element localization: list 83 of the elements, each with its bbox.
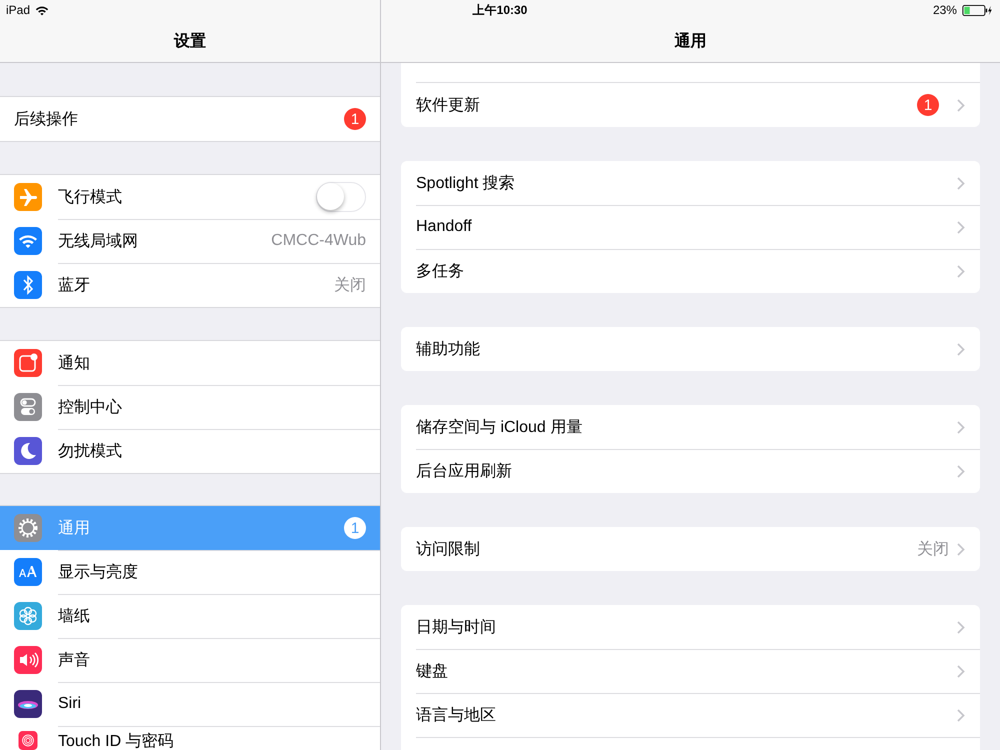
settings-item[interactable]: Siri — [0, 682, 380, 726]
chevron-icon — [957, 708, 965, 722]
settings-item[interactable]: Touch ID 与密码 — [0, 726, 380, 750]
chevron-icon — [957, 176, 965, 190]
battery-percent: 23% — [932, 3, 957, 17]
notifications-icon — [14, 349, 42, 377]
bluetooth-icon — [14, 271, 42, 299]
chevron-icon — [957, 342, 965, 356]
row-label: 软件更新 — [416, 96, 481, 116]
row-label: 键盘 — [416, 662, 449, 682]
display-icon — [14, 558, 42, 586]
chevron-icon — [957, 420, 965, 434]
row-label: 日期与时间 — [416, 618, 497, 638]
item-label: Touch ID 与密码 — [58, 732, 175, 750]
nav-title: 通用 — [674, 31, 706, 52]
item-label: Siri — [58, 695, 82, 713]
item-label: 声音 — [58, 650, 91, 670]
item-label: 无线局域网 — [58, 232, 139, 252]
nav-title: 设置 — [174, 32, 206, 52]
settings-row[interactable]: Spotlight 搜索 — [401, 161, 980, 205]
sound-icon — [14, 646, 42, 674]
settings-row[interactable]: 多任务 — [401, 249, 980, 293]
chevron-icon — [957, 98, 965, 112]
settings-item[interactable]: 勿扰模式 — [0, 429, 380, 473]
settings-row[interactable]: 访问限制 关闭 — [401, 527, 980, 571]
clock: 上午10:30 — [472, 2, 528, 18]
gear-icon — [14, 514, 42, 542]
item-label: 显示与亮度 — [58, 562, 139, 582]
item-label: 通用 — [58, 518, 91, 538]
control-icon — [14, 393, 42, 421]
chevron-icon — [957, 264, 965, 278]
chevron-icon — [957, 664, 965, 678]
settings-item[interactable]: 显示与亮度 — [0, 550, 380, 594]
settings-row[interactable]: 日期与时间 — [401, 605, 980, 649]
count-badge: 1 — [917, 94, 939, 116]
row-label: 储存空间与 iCloud 用量 — [416, 418, 584, 438]
wifi-icon — [35, 4, 50, 16]
chevron-icon — [957, 542, 965, 556]
settings-item[interactable]: 通知 — [0, 341, 380, 385]
settings-item[interactable]: 声音 — [0, 638, 380, 682]
row-label: Spotlight 搜索 — [416, 174, 516, 194]
settings-row[interactable]: 储存空间与 iCloud 用量 — [401, 405, 980, 449]
settings-row[interactable]: Handoff — [401, 205, 980, 249]
row-value: 关闭 — [917, 540, 949, 560]
moon-icon — [14, 437, 42, 465]
flower-icon — [14, 602, 42, 630]
settings-row[interactable]: 后台应用刷新 — [401, 449, 980, 493]
row-label: 语言与地区 — [416, 706, 497, 726]
item-value: 关闭 — [334, 276, 366, 296]
item-value: CMCC-4Wub — [271, 232, 366, 250]
settings-row[interactable]: 键盘 — [401, 649, 980, 693]
row-label: Handoff — [416, 218, 473, 236]
settings-item[interactable]: 墙纸 — [0, 594, 380, 638]
settings-row[interactable]: 辅助功能 — [401, 327, 980, 371]
row-label: 后台应用刷新 — [416, 462, 513, 482]
chevron-icon — [957, 620, 965, 634]
chevron-icon — [957, 464, 965, 478]
item-label: 蓝牙 — [58, 276, 91, 296]
item-label: 后续操作 — [14, 110, 79, 130]
settings-row[interactable]: 软件更新 1 — [401, 83, 980, 127]
chevron-icon — [957, 220, 965, 234]
row-label: 辅助功能 — [416, 340, 481, 360]
settings-item[interactable]: 飞行模式 — [0, 175, 380, 219]
wifi-icon — [14, 227, 42, 255]
item-label: 通知 — [58, 354, 91, 374]
item-label: 墙纸 — [58, 606, 91, 626]
settings-item[interactable]: 后续操作 1 — [0, 97, 380, 141]
device-name: iPad — [6, 3, 30, 17]
settings-item[interactable]: 蓝牙 关闭 — [0, 263, 380, 307]
siri-icon — [14, 690, 42, 718]
settings-row[interactable]: 语言与地区 — [401, 693, 980, 737]
count-badge: 1 — [344, 108, 366, 130]
airplane-icon — [14, 183, 42, 211]
item-label: 飞行模式 — [58, 188, 123, 208]
row-label: 多任务 — [416, 262, 465, 282]
settings-item[interactable]: 控制中心 — [0, 385, 380, 429]
count-badge: 1 — [344, 517, 366, 539]
item-label: 控制中心 — [58, 398, 123, 418]
battery-icon — [962, 4, 994, 16]
settings-item[interactable]: 无线局域网 CMCC-4Wub — [0, 219, 380, 263]
toggle-switch[interactable] — [316, 182, 366, 212]
item-label: 勿扰模式 — [58, 442, 123, 462]
row-label: 访问限制 — [416, 540, 481, 560]
